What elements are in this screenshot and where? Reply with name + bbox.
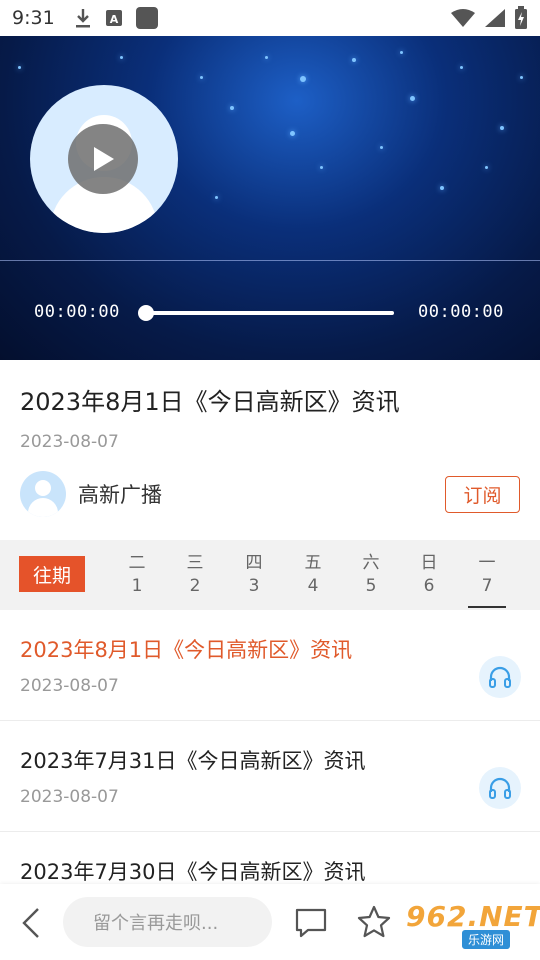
episode-date: 2023-08-07 — [20, 676, 119, 696]
star-icon — [357, 905, 391, 938]
watermark-logo: 962.NET 乐游网 — [398, 900, 540, 950]
week-selector: 往期 二1 三2 四3 五4 六5 日6 一7 — [0, 540, 540, 610]
wifi-icon — [451, 9, 475, 27]
day-tab-selected[interactable]: 一7 — [468, 552, 506, 608]
progress-thumb[interactable] — [138, 305, 154, 321]
favorite-button[interactable] — [356, 904, 392, 940]
subscribe-button[interactable]: 订阅 — [445, 475, 520, 513]
day-tab[interactable]: 四3 — [237, 552, 271, 598]
status-system-icons — [450, 6, 528, 30]
status-notification-icons: A — [73, 6, 159, 30]
list-item[interactable]: 2023年8月1日《今日高新区》资讯 2023-08-07 — [0, 610, 540, 721]
progress-track[interactable] — [146, 311, 394, 315]
current-time: 00:00:00 — [34, 302, 120, 322]
headphones-icon — [489, 666, 511, 688]
play-button[interactable] — [68, 124, 138, 194]
back-arrow-icon — [22, 908, 39, 938]
headphones-icon — [489, 777, 511, 799]
day-tab[interactable]: 二1 — [120, 552, 154, 598]
signal-icon — [485, 9, 505, 27]
avatar[interactable] — [20, 471, 66, 517]
bottom-bar: 留个言再走呗... 962.NET 乐游网 — [0, 884, 540, 960]
page-title: 2023年8月1日《今日高新区》资讯 — [20, 388, 400, 416]
progress-row: 00:00:00 00:00:00 — [0, 298, 540, 328]
listen-button[interactable] — [479, 656, 521, 698]
watermark-top: 962.NET — [406, 900, 540, 933]
podcast-detail-page: 9:31 A 00:00:00 00:00:00 2023年8月1日《今日高新区… — [0, 0, 540, 960]
listen-button[interactable] — [479, 767, 521, 809]
day-tab[interactable]: 六5 — [354, 552, 388, 598]
status-time: 9:31 — [12, 7, 55, 29]
comment-icon — [295, 908, 327, 938]
download-icon — [75, 9, 90, 28]
episode-title: 2023年7月30日《今日高新区》资讯 — [20, 860, 366, 884]
status-bar: 9:31 A — [0, 0, 540, 36]
article-date: 2023-08-07 — [20, 432, 119, 452]
episode-date: 2023-08-07 — [20, 787, 119, 807]
past-issues-button[interactable]: 往期 — [19, 556, 85, 592]
author-name[interactable]: 高新广播 — [78, 479, 162, 509]
list-item[interactable]: 2023年7月31日《今日高新区》资讯 2023-08-07 — [0, 721, 540, 832]
episode-title: 2023年8月1日《今日高新区》资讯 — [20, 638, 353, 662]
play-icon — [94, 147, 114, 171]
day-tab[interactable]: 日6 — [412, 552, 446, 598]
comment-input[interactable]: 留个言再走呗... — [63, 897, 272, 947]
day-tab[interactable]: 五4 — [296, 552, 330, 598]
svg-text:A: A — [109, 13, 118, 26]
episode-title: 2023年7月31日《今日高新区》资讯 — [20, 749, 366, 773]
player-divider — [0, 260, 540, 261]
total-time: 00:00:00 — [418, 302, 504, 322]
font-a-icon: A — [105, 10, 122, 26]
audio-player: 00:00:00 00:00:00 — [0, 36, 540, 360]
author-row: 高新广播 订阅 — [20, 470, 520, 518]
back-button[interactable] — [18, 906, 48, 940]
day-tab[interactable]: 三2 — [178, 552, 212, 598]
battery-icon — [515, 6, 527, 29]
app-square-icon — [135, 7, 158, 29]
watermark-bottom: 乐游网 — [462, 930, 511, 949]
comment-button[interactable] — [294, 906, 330, 940]
